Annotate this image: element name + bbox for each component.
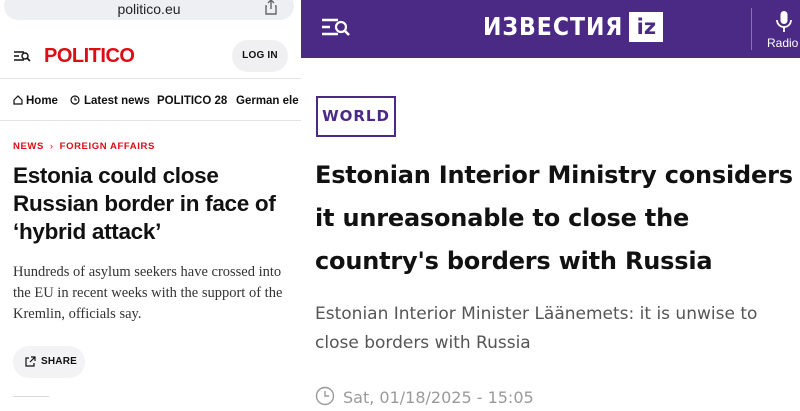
share-icon[interactable]	[264, 0, 278, 15]
nav-item-home[interactable]: Home	[13, 95, 58, 107]
article-headline: Estonia could close Russian border in fa…	[13, 163, 276, 244]
izvestia-logo-text: ИЗВЕСТИЯ	[483, 12, 624, 42]
nav-item-german-elections[interactable]: German ele	[236, 95, 299, 107]
login-button[interactable]: LOG IN	[232, 40, 288, 72]
site-header: POLITICO LOG IN	[0, 36, 301, 76]
breadcrumb-foreign-affairs[interactable]: FOREIGN AFFAIRS	[60, 141, 155, 152]
article-headline: Estonian Interior Ministry considers it …	[315, 161, 793, 275]
url-field[interactable]: politico.eu	[4, 0, 294, 20]
publish-date: Sat, 01/18/2025 - 15:05	[315, 386, 534, 407]
izvestia-logo-badge: iz	[629, 12, 664, 42]
izvestia-panel: ИЗВЕСТИЯ iz Radio WORLD Estonian Interior…	[301, 0, 800, 411]
nav-label: Latest news	[84, 95, 150, 107]
article-dek: Hundreds of asylum seekers have crossed …	[13, 264, 283, 322]
nav-item-politico-28[interactable]: POLITICO 28	[157, 95, 227, 107]
breadcrumb-news[interactable]: NEWS	[13, 141, 44, 152]
menu-search-icon[interactable]	[13, 49, 31, 63]
header-separator	[751, 8, 752, 50]
nav-item-latest-news[interactable]: Latest news	[70, 95, 150, 107]
politico-panel: politico.eu POLITICO LOG IN Home Latest …	[0, 0, 301, 411]
bottom-divider	[13, 396, 49, 397]
nav-divider	[0, 120, 301, 121]
publish-date-text: Sat, 01/18/2025 - 15:05	[343, 388, 534, 407]
header-divider	[0, 78, 301, 79]
url-text[interactable]: politico.eu	[4, 0, 294, 18]
radio-label[interactable]: Radio	[767, 36, 798, 50]
site-header: ИЗВЕСТИЯ iz Radio	[301, 0, 800, 58]
section-nav: Home Latest news POLITICO 28 German ele	[0, 90, 301, 114]
browser-address-bar: politico.eu	[0, 0, 301, 22]
politico-logo[interactable]: POLITICO	[44, 45, 135, 68]
clock-icon	[70, 95, 80, 105]
nav-label: Home	[26, 95, 58, 107]
share-icon	[25, 356, 36, 367]
home-icon	[13, 95, 23, 105]
section-tag[interactable]: WORLD	[316, 96, 396, 137]
menu-search-icon[interactable]	[321, 17, 351, 38]
izvestia-logo[interactable]: ИЗВЕСТИЯ iz	[483, 12, 664, 42]
article-dek: Estonian Interior Minister Läänemets: it…	[315, 304, 758, 353]
breadcrumb: NEWS › FOREIGN AFFAIRS	[13, 141, 155, 152]
share-button[interactable]: SHARE	[13, 346, 85, 378]
share-label: SHARE	[41, 356, 78, 367]
clock-icon	[315, 386, 335, 406]
microphone-icon[interactable]	[775, 10, 793, 34]
chevron-right-icon: ›	[49, 141, 54, 152]
